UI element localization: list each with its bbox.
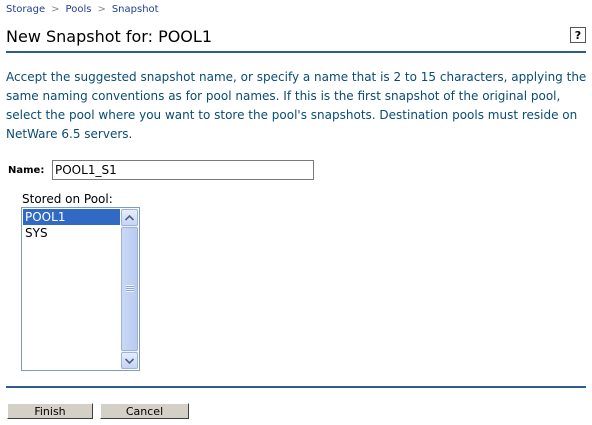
pool-listbox[interactable]: POOL1 SYS — [21, 207, 140, 371]
instructions-line: NetWare 6.5 servers. — [6, 127, 133, 141]
breadcrumb-separator: > — [51, 4, 60, 15]
header-divider — [6, 51, 586, 53]
scroll-up-arrow-icon[interactable] — [121, 209, 138, 226]
instructions-line: Accept the suggested snapshot name, or s… — [6, 70, 587, 84]
pool-list: POOL1 SYS — [23, 209, 120, 241]
cancel-button[interactable]: Cancel — [100, 403, 189, 419]
breadcrumb-link-storage[interactable]: Storage — [6, 4, 45, 15]
help-button[interactable]: ? — [570, 27, 586, 43]
breadcrumb: Storage > Pools > Snapshot — [6, 4, 159, 15]
scrollbar-grip-icon — [126, 285, 134, 292]
pool-option-sys[interactable]: SYS — [23, 225, 120, 241]
scrollbar-thumb[interactable] — [121, 227, 138, 351]
scroll-down-arrow-icon[interactable] — [121, 352, 138, 369]
breadcrumb-link-pools[interactable]: Pools — [66, 4, 92, 15]
breadcrumb-link-snapshot[interactable]: Snapshot — [112, 4, 159, 15]
page-title: New Snapshot for: POOL1 — [6, 27, 212, 46]
instructions-line: select the pool where you want to store … — [6, 108, 578, 122]
name-label: Name: — [8, 165, 45, 176]
snapshot-name-input[interactable] — [52, 160, 314, 180]
listbox-scrollbar[interactable] — [121, 209, 138, 369]
breadcrumb-separator: > — [97, 4, 106, 15]
pool-option-pool1[interactable]: POOL1 — [23, 209, 120, 225]
finish-button[interactable]: Finish — [7, 403, 93, 419]
instructions-text: Accept the suggested snapshot name, or s… — [6, 68, 587, 144]
instructions-line: same naming conventions as for pool name… — [6, 89, 561, 103]
footer-divider — [6, 386, 586, 388]
stored-on-pool-label: Stored on Pool: — [22, 192, 113, 206]
